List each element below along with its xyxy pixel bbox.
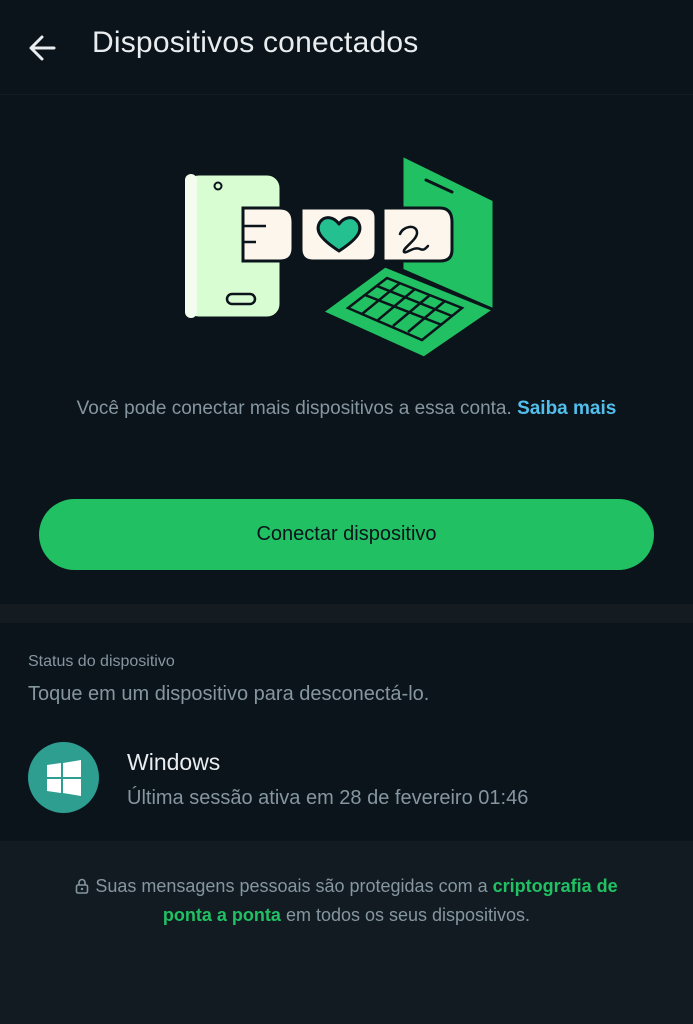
info-description: Você pode conectar mais dispositivos a e… (76, 398, 512, 419)
app-header: Dispositivos conectados (0, 0, 693, 95)
encryption-text-after: em todos os seus dispositivos. (285, 905, 531, 925)
device-name: Windows (127, 749, 221, 775)
encryption-text-before: Suas mensagens pessoais são protegidas c… (95, 876, 488, 896)
back-button[interactable] (16, 22, 68, 74)
arrow-left-icon (29, 35, 56, 61)
device-last-session: Última sessão ativa em 28 de fevereiro 0… (127, 787, 529, 809)
device-item-windows[interactable]: Windows Última sessão ativa em 28 de fev… (0, 728, 693, 828)
encryption-notice: Suas mensagens pessoais são protegidas c… (60, 872, 633, 930)
section-divider (0, 604, 693, 623)
device-status-label: Status do dispositivo (28, 653, 175, 670)
lock-icon (76, 878, 89, 894)
phone-laptop-linked-devices-illustration (183, 152, 498, 360)
page-title: Dispositivos conectados (92, 26, 419, 59)
footer-section (0, 841, 693, 1024)
connect-device-button[interactable]: Conectar dispositivo (39, 499, 654, 570)
device-avatar (28, 742, 99, 813)
device-status-hint: Toque em um dispositivo para desconectá-… (28, 683, 430, 705)
info-text: Você pode conectar mais dispositivos a e… (55, 394, 638, 424)
windows-logo-icon (46, 759, 81, 796)
learn-more-link[interactable]: Saiba mais (517, 398, 616, 419)
